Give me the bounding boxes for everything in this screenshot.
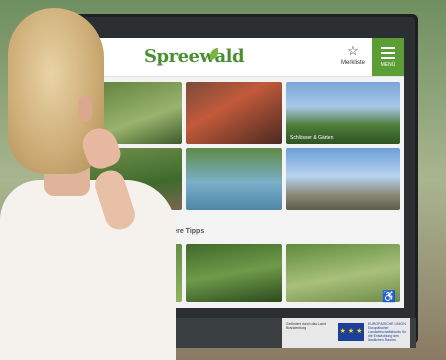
funding-text: Gefördert durch das Land Brandenburg <box>286 322 326 330</box>
photo-scene: Spreewald ☆ Merkliste MENÜ Schlösser & G… <box>0 0 446 360</box>
tip-tile[interactable] <box>186 244 282 302</box>
photo-tile[interactable] <box>286 148 400 210</box>
person-shirt <box>0 180 176 360</box>
wheelchair-icon[interactable]: ♿ <box>382 290 396 304</box>
eu-flag-icon: ★ ★ ★ <box>338 323 364 341</box>
photo-tile[interactable]: Schlösser & Gärten <box>286 82 400 144</box>
eu-funding-text: EUROPÄISCHE UNION Europäischer Landwirts… <box>368 322 406 342</box>
bookmark-label: Merkliste <box>340 60 365 66</box>
hamburger-menu-icon <box>381 47 395 59</box>
star-icon: ☆ <box>347 43 359 58</box>
photo-tile[interactable] <box>186 148 282 210</box>
bookmark-button[interactable]: ☆ Merkliste <box>338 44 368 72</box>
spreewald-logo[interactable]: Spreewald <box>144 46 245 67</box>
eu-stars: ★ ★ ★ <box>339 328 363 335</box>
photo-tile[interactable] <box>186 82 282 144</box>
menu-button[interactable]: MENÜ <box>372 38 404 76</box>
person-ear <box>78 96 92 122</box>
funding-plaque: Gefördert durch das Land Brandenburg ★ ★… <box>282 318 410 348</box>
menu-label: MENÜ <box>380 62 396 68</box>
tile-caption: Schlösser & Gärten <box>290 135 334 141</box>
app-header: Spreewald ☆ Merkliste MENÜ <box>82 38 404 77</box>
